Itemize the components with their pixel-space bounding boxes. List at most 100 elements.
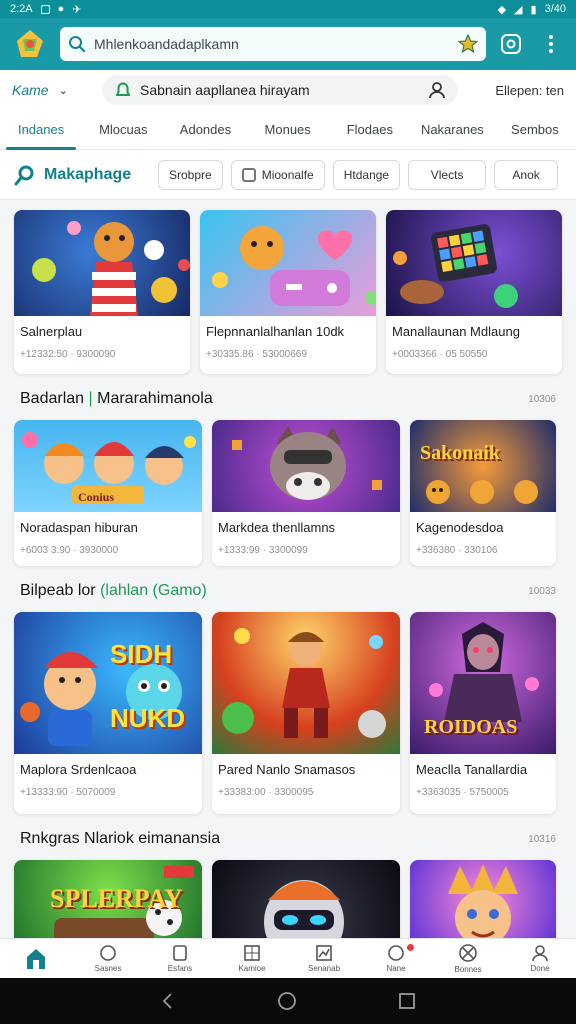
game-thumbnail — [14, 210, 190, 316]
game-meta: +3363035 · 5750005 — [416, 787, 509, 798]
more-options-icon[interactable] — [536, 29, 566, 59]
game-title: Salnerplau — [20, 324, 83, 339]
gamepad-icon — [459, 944, 477, 962]
game-card[interactable]: Pared Nanlo Snamasos +33383:00 · 3300095 — [212, 612, 400, 814]
section-title[interactable]: Rnkgras Nlariok eimanansia — [20, 830, 220, 848]
game-icon — [100, 945, 116, 961]
game-meta: +13333:90 · 5070009 — [20, 787, 116, 798]
game-title: Kagenodesdoa — [416, 520, 504, 535]
game-grid-1: Salnerplau +12332:50 · 9300090 Flepnnanl… — [14, 210, 562, 374]
system-navigation-bar — [0, 978, 576, 1024]
filter-chip-3[interactable]: Vlects — [408, 159, 487, 190]
star-icon[interactable] — [458, 34, 478, 54]
game-card[interactable]: Manallaunan Mdlaung +0003366 · 05 50550 — [386, 210, 562, 374]
search-input[interactable]: Mhlenkoandadaplkamn — [60, 27, 486, 61]
marketplace-title[interactable]: Makaphage — [14, 164, 150, 186]
game-title: Markdea thenllamns — [218, 520, 336, 535]
game-title: Maplora Srdenlcaoa — [20, 762, 137, 777]
tab-2[interactable]: Adondes — [164, 110, 246, 150]
tab-0[interactable]: Indanes — [0, 110, 82, 150]
search-text: Mhlenkoandadaplkamn — [94, 36, 239, 52]
status-battery-text: 3/40 — [544, 3, 566, 15]
section-title[interactable]: Bilpeab lor (lahlan (Gamo) — [20, 582, 207, 600]
game-card[interactable] — [410, 860, 556, 938]
game-card[interactable]: Flepnnanlalhanlan 10dk +30335.86 · 53000… — [200, 210, 376, 374]
game-card[interactable]: Salnerplau +12332:50 · 9300090 — [14, 210, 190, 374]
game-card[interactable]: SPLERPAY — [14, 860, 202, 938]
thumb-overlay-text: ROIDOAS — [424, 716, 518, 738]
game-meta: +33383:00 · 3300095 — [218, 787, 314, 798]
tab-1[interactable]: Mlocuas — [82, 110, 164, 150]
filter-chip-2[interactable]: Htdange — [332, 159, 401, 190]
address-text: Sabnain aapllanea hirayam — [140, 82, 310, 98]
nav-item-6[interactable]: Bonnes — [432, 939, 504, 978]
game-title: Meaclla Tanallardia — [416, 762, 528, 777]
nav-label: Kamioe — [238, 964, 266, 973]
tab-3[interactable]: Monues — [247, 110, 329, 150]
battery-icon: ▮ — [530, 3, 537, 16]
back-icon[interactable] — [160, 992, 176, 1010]
nav-item-1[interactable]: Sasnes — [72, 939, 144, 978]
section-title[interactable]: Badarlan | Mararahimanola — [20, 390, 213, 408]
scan-icon[interactable] — [496, 29, 526, 59]
section-count: 10306 — [528, 393, 556, 405]
home-circle-icon[interactable] — [276, 990, 298, 1012]
filter-bar: Makaphage Srobpre Mioonalfe Htdange Vlec… — [0, 150, 576, 200]
section-header: Rnkgras Nlariok eimanansia 10316 — [14, 814, 562, 860]
status-bar: 2:2A ● ✈ ◆ ◢ ▮ 3/40 — [0, 0, 576, 18]
bell-icon — [116, 82, 130, 96]
game-title: Noradaspan hiburan — [20, 520, 138, 535]
filter-chip-4[interactable]: Anok — [494, 159, 559, 190]
section-title-accent: Mararahimanola — [97, 390, 213, 407]
game-card[interactable]: Markdea thenllamns +1333:99 · 3300099 — [212, 420, 400, 566]
nav-item-3[interactable]: Kamioe — [216, 939, 288, 978]
game-thumbnail: SIDH NUKD — [14, 612, 202, 754]
marketplace-icon — [14, 165, 34, 185]
app-logo-icon[interactable] — [10, 24, 50, 64]
sub-right-label[interactable]: Ellepen: ten — [468, 83, 564, 98]
game-thumbnail: Conius — [14, 420, 202, 512]
location-bar: Kame ⌄ Sabnain aapllanea hirayam Ellepen… — [0, 70, 576, 110]
game-title: Manallaunan Mdlaung — [392, 324, 520, 339]
tab-4[interactable]: Flodaes — [329, 110, 411, 150]
search-icon — [69, 36, 86, 53]
status-time: 2:2A — [10, 3, 33, 15]
game-card[interactable]: ROIDOAS Meaclla Tanallardia +3363035 · 5… — [410, 612, 556, 814]
game-meta: +336380 · 330106 — [416, 545, 498, 556]
top-app-bar: Mhlenkoandadaplkamn — [0, 18, 576, 70]
game-thumbnail: ROIDOAS — [410, 612, 556, 754]
home-selector[interactable]: Kame ⌄ — [12, 82, 92, 98]
tab-5[interactable]: Nakaranes — [411, 110, 494, 150]
section-title-accent: (lahlan (Gamo) — [100, 582, 207, 599]
home-icon — [27, 948, 45, 969]
nav-item-5[interactable]: Nane — [360, 939, 432, 978]
section-header: Bilpeab lor (lahlan (Gamo) 10033 — [14, 566, 562, 612]
nav-item-4[interactable]: Senanab — [288, 939, 360, 978]
game-thumbnail — [410, 860, 556, 938]
thumb-overlay-text: Conius — [78, 490, 115, 504]
game-thumbnail: Sakonaik — [410, 420, 556, 512]
category-tabs: Indanes Mlocuas Adondes Monues Flodaes N… — [0, 110, 576, 150]
game-thumbnail — [212, 860, 400, 938]
address-field[interactable]: Sabnain aapllanea hirayam — [102, 75, 458, 105]
nav-label: Done — [530, 964, 550, 973]
game-card[interactable] — [212, 860, 400, 938]
marketplace-label: Makaphage — [44, 165, 132, 183]
nav-item-2[interactable]: Esfans — [144, 939, 216, 978]
recents-icon[interactable] — [398, 992, 416, 1010]
game-card[interactable]: SIDH NUKD Maplora Srdenlcaoa +13333:90 ·… — [14, 612, 202, 814]
user-icon[interactable] — [428, 81, 446, 99]
chip-label: Mioonalfe — [261, 167, 314, 182]
game-card[interactable]: Sakonaik Kagenodesdoa +336380 · 330106 — [410, 420, 556, 566]
home-label: Kame — [12, 82, 49, 98]
game-thumbnail — [212, 612, 400, 754]
nav-home[interactable] — [0, 939, 72, 978]
filter-chip-0[interactable]: Srobpre — [158, 159, 223, 190]
filter-chip-1[interactable]: Mioonalfe — [230, 159, 325, 190]
game-thumbnail — [386, 210, 562, 316]
nav-item-7[interactable]: Done — [504, 939, 576, 978]
tab-6[interactable]: Sembos — [494, 110, 576, 150]
chip-label: Anok — [512, 167, 540, 182]
game-card[interactable]: Conius Noradaspan hiburan +6003 3:90 · 3… — [14, 420, 202, 566]
thumb-overlay-text: SPLERPAY — [50, 884, 183, 913]
